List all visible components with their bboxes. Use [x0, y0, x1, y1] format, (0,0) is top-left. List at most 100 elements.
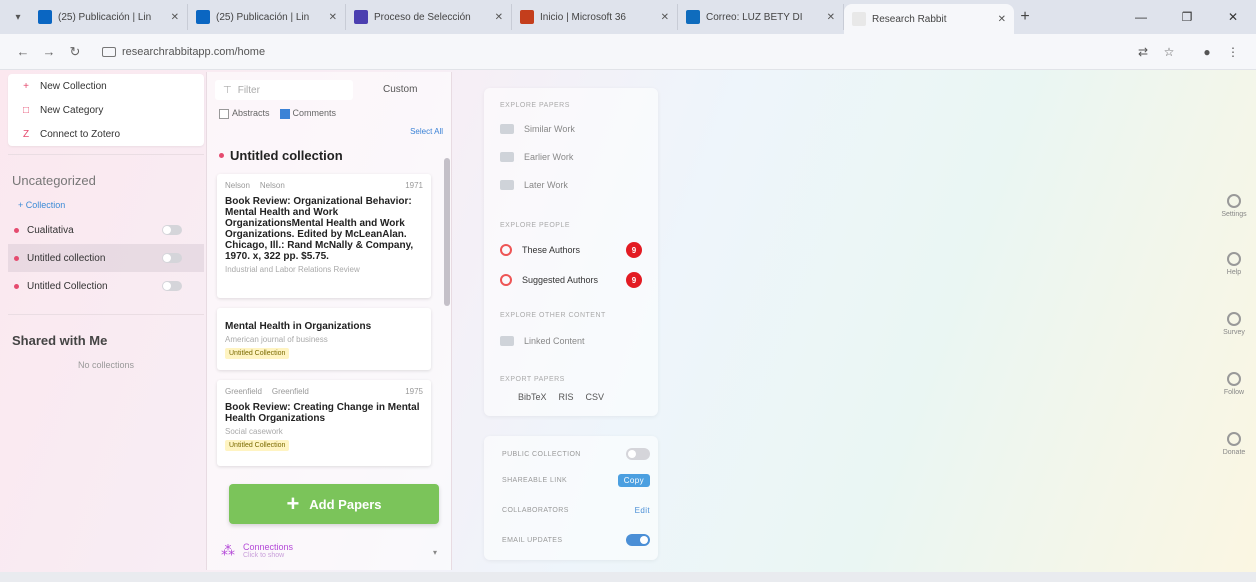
scrollbar-thumb[interactable] — [444, 158, 450, 306]
close-tab-icon[interactable]: ✕ — [827, 12, 835, 23]
browser-tab-active[interactable]: Research Rabbit ✕ — [844, 4, 1014, 34]
help-rail-button[interactable]: Help — [1216, 252, 1252, 276]
restore-icon[interactable]: ❐ — [1164, 0, 1210, 34]
public-collection-toggle[interactable] — [626, 448, 650, 460]
later-work-icon — [500, 180, 514, 190]
sidebar-collection-item-active[interactable]: Untitled collection — [8, 244, 204, 272]
paper-card[interactable]: Nelson Nelson 1971 Book Review: Organizat… — [217, 174, 431, 298]
forward-icon[interactable]: → — [36, 44, 62, 59]
author-chip: Greenfield — [271, 387, 309, 396]
collection-toggle[interactable] — [162, 281, 182, 291]
new-tab-icon[interactable]: + — [1014, 8, 1036, 26]
checkbox-label: Comments — [292, 108, 337, 118]
browser-tab[interactable]: Inicio | Microsoft 36 ✕ — [512, 4, 678, 30]
export-bibtex-button[interactable]: BibTeX — [518, 392, 547, 402]
setting-label: SHAREABLE LINK — [502, 477, 568, 484]
authors-icon — [500, 274, 512, 286]
close-tab-icon[interactable]: ✕ — [171, 12, 179, 23]
collection-title: Untitled collection — [219, 148, 343, 163]
reload-icon[interactable]: ↻ — [62, 44, 88, 60]
checkbox-box — [279, 108, 290, 119]
suggested-authors-button[interactable]: Suggested Authors — [500, 274, 598, 286]
site-info-icon[interactable] — [102, 46, 116, 57]
add-papers-button[interactable]: + Add Papers — [229, 484, 439, 524]
collection-label: Cualitativa — [27, 224, 74, 236]
address-bar[interactable]: researchrabbitapp.com/home — [94, 39, 1130, 65]
new-collection-button[interactable]: + New Collection — [8, 74, 204, 98]
connect-zotero-button[interactable]: Z Connect to Zotero — [8, 122, 204, 146]
browser-tab[interactable]: (25) Publicación | Lin ✕ — [188, 4, 346, 30]
export-papers-heading: EXPORT PAPERS — [500, 376, 565, 383]
microsoft365-favicon-icon — [520, 10, 534, 24]
linked-content-button[interactable]: Linked Content — [500, 336, 585, 346]
shared-with-me-heading[interactable]: Shared with Me — [8, 333, 204, 348]
close-tab-icon[interactable]: ✕ — [495, 12, 503, 23]
paper-title: Book Review: Organizational Behavior: Me… — [225, 196, 414, 262]
donate-rail-button[interactable]: Donate — [1216, 432, 1252, 456]
edit-collaborators-link[interactable]: Edit — [635, 506, 650, 515]
close-tab-icon[interactable]: ✕ — [329, 12, 337, 23]
connections-button[interactable]: ⁂ Connections Click to show — [221, 542, 293, 559]
select-all-link[interactable]: Select All — [410, 127, 443, 136]
email-updates-row: EMAIL UPDATES — [502, 534, 650, 546]
paper-year: 1971 — [405, 181, 423, 190]
close-tab-icon[interactable]: ✕ — [998, 14, 1006, 25]
plus-icon: + — [23, 80, 29, 92]
add-papers-label: Add Papers — [309, 496, 382, 512]
browser-tab[interactable]: (25) Publicación | Lin ✕ — [30, 4, 188, 30]
settings-rail-button[interactable]: Settings — [1216, 194, 1252, 218]
filter-icon: ⊤ — [223, 84, 232, 96]
collection-toggle[interactable] — [162, 253, 182, 263]
network-icon: ⁂ — [221, 542, 235, 558]
browser-tab[interactable]: Correo: LUZ BETY DI ✕ — [678, 4, 844, 30]
sidebar-menu: + New Collection □ New Category Z Connec… — [8, 74, 204, 146]
paper-list-scrollbar[interactable] — [443, 146, 451, 466]
comments-checkbox[interactable]: Comments — [279, 108, 337, 119]
paper-card[interactable]: Greenfield Greenfield 1975 Book Review: C… — [217, 380, 431, 466]
follow-rail-button[interactable]: Follow — [1216, 372, 1252, 396]
linkedin-favicon-icon — [196, 10, 210, 24]
export-ris-button[interactable]: RIS — [559, 392, 574, 402]
survey-rail-button[interactable]: Survey — [1216, 312, 1252, 336]
linked-content-icon — [500, 336, 514, 346]
copy-link-button[interactable]: Copy — [617, 474, 650, 487]
back-icon[interactable]: ← — [10, 44, 36, 59]
menu-label: New Category — [40, 104, 104, 116]
browser-tab[interactable]: Proceso de Selección ✕ — [346, 4, 512, 30]
close-window-icon[interactable]: ✕ — [1210, 0, 1256, 34]
translate-icon[interactable]: ⇄ — [1130, 45, 1156, 59]
rail-label: Donate — [1222, 449, 1246, 456]
plus-icon: + — [286, 491, 300, 516]
sort-dropdown[interactable]: Custom — [383, 84, 417, 95]
tab-title: Correo: LUZ BETY DI — [706, 11, 803, 23]
minimize-icon[interactable]: — — [1118, 0, 1164, 34]
more-menu-icon[interactable]: ⋮ — [1220, 45, 1246, 59]
tab-search-icon[interactable]: ▾ — [6, 5, 30, 29]
sidebar-collection-item[interactable]: Cualitativa — [8, 216, 204, 244]
collection-toggle[interactable] — [162, 225, 182, 235]
profile-avatar-icon[interactable]: ● — [1194, 45, 1220, 59]
email-updates-toggle[interactable] — [626, 534, 650, 546]
filter-input[interactable]: ⊤ Filter — [215, 80, 353, 100]
help-icon — [1227, 252, 1241, 266]
sidebar-collection-item[interactable]: Untitled Collection — [8, 272, 204, 300]
url-text: researchrabbitapp.com/home — [122, 45, 266, 58]
bookmark-star-icon[interactable]: ☆ — [1156, 45, 1182, 59]
tab-title: Research Rabbit — [872, 13, 947, 25]
collection-dot-icon — [14, 283, 19, 289]
export-csv-button[interactable]: CSV — [586, 392, 605, 402]
earlier-work-button[interactable]: Earlier Work — [500, 152, 573, 162]
chevron-down-icon[interactable]: ▾ — [433, 548, 437, 557]
add-collection-link[interactable]: + Collection — [8, 200, 204, 216]
tab-title: (25) Publicación | Lin — [216, 11, 310, 23]
new-category-button[interactable]: □ New Category — [8, 98, 204, 122]
uncategorized-heading[interactable]: Uncategorized — [8, 173, 204, 188]
similar-work-button[interactable]: Similar Work — [500, 124, 575, 134]
later-work-button[interactable]: Later Work — [500, 180, 568, 190]
collection-title-text: Untitled collection — [230, 148, 343, 163]
close-tab-icon[interactable]: ✕ — [661, 12, 669, 23]
these-authors-button[interactable]: These Authors — [500, 244, 580, 256]
paper-card[interactable]: Mental Health in Organizations American … — [217, 308, 431, 370]
abstracts-checkbox[interactable]: Abstracts — [219, 108, 270, 119]
explore-people-heading: EXPLORE PEOPLE — [500, 222, 571, 229]
